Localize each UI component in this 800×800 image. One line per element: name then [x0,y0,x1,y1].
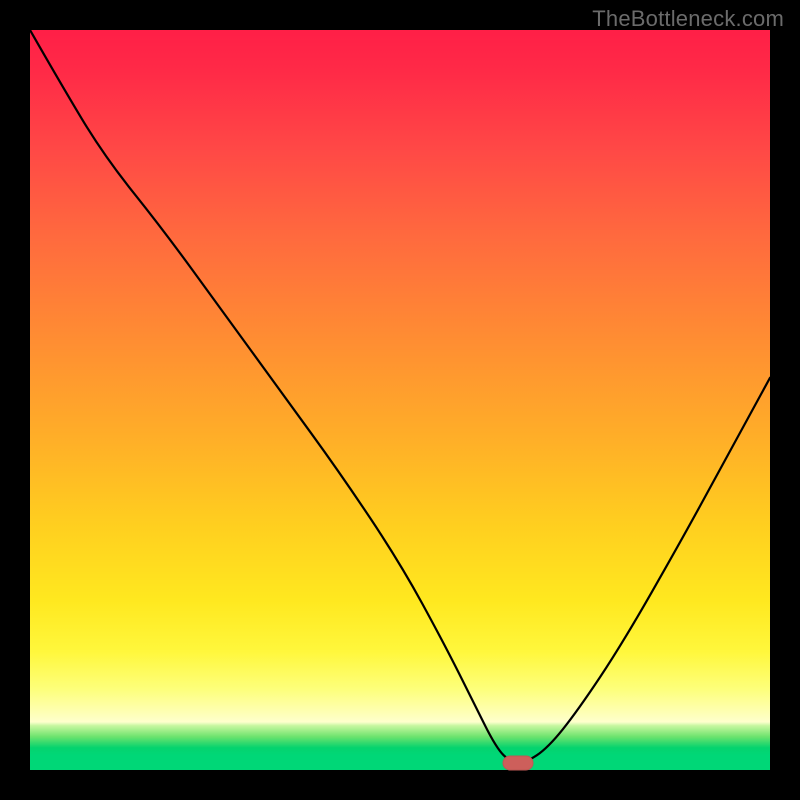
curve-svg [30,30,770,770]
chart-frame: TheBottleneck.com [0,0,800,800]
watermark-text: TheBottleneck.com [592,6,784,32]
bottleneck-curve [30,30,770,763]
plot-area [30,30,770,770]
optimal-marker [503,755,534,770]
